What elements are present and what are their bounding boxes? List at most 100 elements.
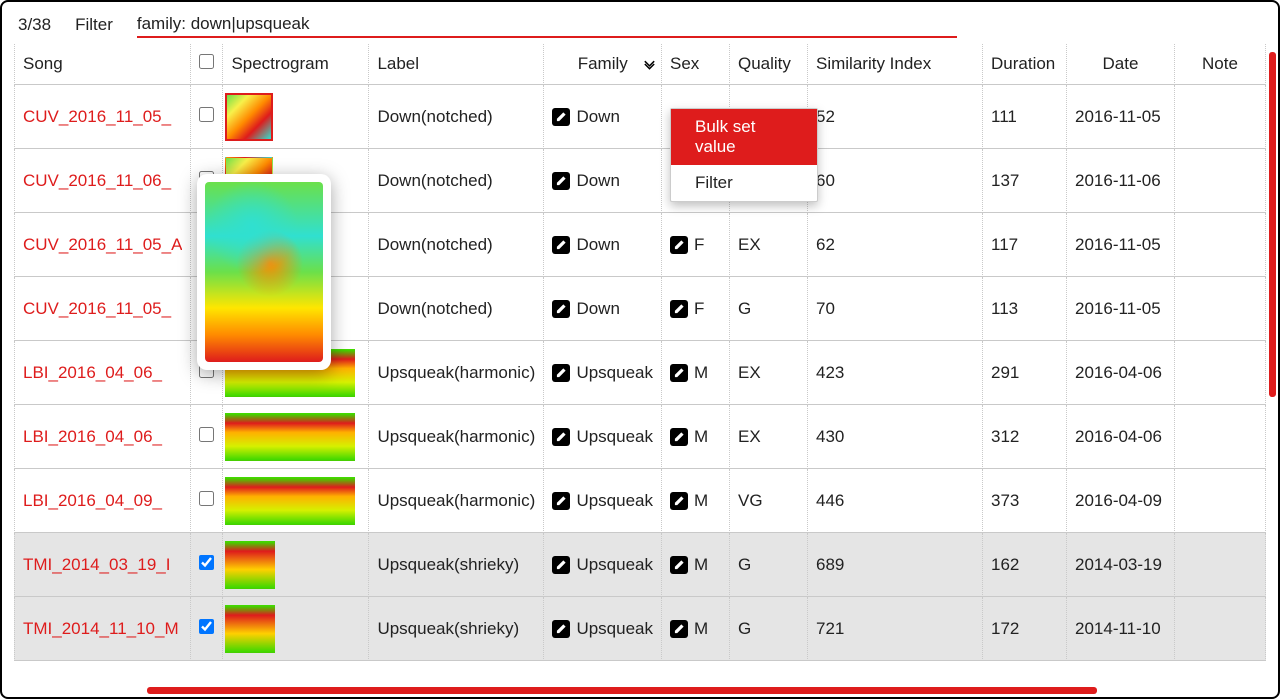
edit-icon[interactable] — [552, 556, 570, 574]
edit-icon[interactable] — [670, 492, 688, 510]
spectrogram-thumbnail[interactable] — [225, 477, 355, 525]
data-table-wrapper: Song Spectrogram Label Family Sex Qualit… — [2, 44, 1278, 661]
header-quality[interactable]: Quality — [730, 44, 808, 85]
row-checkbox[interactable] — [199, 107, 214, 122]
cell-duration: 117 — [983, 213, 1067, 277]
cell-note — [1175, 277, 1266, 341]
cell-sex: F — [694, 299, 704, 319]
cell-similarity: 689 — [808, 533, 983, 597]
edit-icon[interactable] — [552, 300, 570, 318]
header-song[interactable]: Song — [14, 44, 191, 85]
cell-date: 2014-03-19 — [1067, 533, 1175, 597]
cell-note — [1175, 533, 1266, 597]
edit-icon[interactable] — [670, 428, 688, 446]
select-all-checkbox[interactable] — [199, 54, 214, 69]
edit-icon[interactable] — [670, 620, 688, 638]
cell-duration: 162 — [983, 533, 1067, 597]
table-row[interactable]: TMI_2014_03_19_IUpsqueak(shrieky)Upsquea… — [14, 533, 1266, 597]
header-spectrogram[interactable]: Spectrogram — [223, 44, 369, 85]
cell-family: Down — [576, 299, 619, 319]
cell-quality: EX — [730, 341, 808, 405]
table-row[interactable]: LBI_2016_04_06_Upsqueak(harmonic)Upsquea… — [14, 405, 1266, 469]
edit-icon[interactable] — [670, 300, 688, 318]
dropdown-item-filter[interactable]: Filter — [671, 165, 817, 201]
edit-icon[interactable] — [552, 428, 570, 446]
cell-sex: M — [694, 491, 708, 511]
cell-quality: EX — [730, 213, 808, 277]
edit-icon[interactable] — [670, 556, 688, 574]
horizontal-scrollbar[interactable] — [147, 687, 1097, 694]
cell-family: Upsqueak — [576, 619, 653, 639]
cell-duration: 291 — [983, 341, 1067, 405]
edit-icon[interactable] — [552, 108, 570, 126]
song-link[interactable]: TMI_2014_03_19_I — [23, 555, 182, 575]
cell-similarity: 70 — [808, 277, 983, 341]
cell-note — [1175, 597, 1266, 661]
cell-quality: G — [730, 277, 808, 341]
spectrogram-thumbnail[interactable] — [225, 541, 275, 589]
header-checkbox[interactable] — [191, 44, 223, 85]
cell-date: 2016-11-06 — [1067, 149, 1175, 213]
song-link[interactable]: CUV_2016_11_05_ — [23, 299, 182, 319]
spectrogram-thumbnail[interactable] — [225, 93, 273, 141]
column-dropdown-menu[interactable]: Bulk set value Filter — [670, 108, 818, 202]
cell-note — [1175, 213, 1266, 277]
header-sex[interactable]: Sex — [662, 44, 730, 85]
row-checkbox[interactable] — [199, 619, 214, 634]
header-family[interactable]: Family — [544, 44, 662, 85]
song-link[interactable]: CUV_2016_11_06_ — [23, 171, 182, 191]
cell-note — [1175, 405, 1266, 469]
edit-icon[interactable] — [552, 172, 570, 190]
vertical-scrollbar[interactable] — [1269, 52, 1276, 397]
filter-label: Filter — [75, 15, 113, 35]
table-row[interactable]: TMI_2014_11_10_M Upsqueak(shrieky) Upsquea… — [14, 597, 1266, 661]
cell-date: 2016-04-09 — [1067, 469, 1175, 533]
song-link[interactable]: LBI_2016_04_09_ — [23, 491, 182, 511]
cell-sex: M — [694, 555, 708, 575]
song-link[interactable]: LBI_2016_04_06_ — [23, 427, 182, 447]
header-similarity[interactable]: Similarity Index — [808, 44, 983, 85]
cell-label: Upsqueak(harmonic) — [369, 405, 544, 469]
song-link[interactable]: CUV_2016_11_05_A — [23, 235, 182, 255]
cell-date: 2016-11-05 — [1067, 213, 1175, 277]
table-row[interactable]: CUV_2016_11_05_Down(notched)Down52111201… — [14, 85, 1266, 149]
cell-family: Upsqueak — [576, 555, 653, 575]
song-link[interactable]: TMI_2014_11_10_M — [23, 619, 182, 639]
cell-family: Down — [576, 235, 619, 255]
edit-icon[interactable] — [552, 236, 570, 254]
table-row[interactable]: LBI_2016_04_09_Upsqueak(harmonic)Upsquea… — [14, 469, 1266, 533]
cell-quality: G — [730, 533, 808, 597]
dropdown-item-bulk-set[interactable]: Bulk set value — [671, 109, 817, 165]
cell-label: Down(notched) — [369, 85, 544, 149]
row-checkbox[interactable] — [199, 427, 214, 442]
cell-duration: 373 — [983, 469, 1067, 533]
header-duration[interactable]: Duration — [983, 44, 1067, 85]
cell-similarity: 52 — [808, 85, 983, 149]
edit-icon[interactable] — [552, 364, 570, 382]
cell-sex: M — [694, 363, 708, 383]
song-link[interactable]: LBI_2016_04_06_ — [23, 363, 182, 383]
edit-icon[interactable] — [670, 236, 688, 254]
edit-icon[interactable] — [552, 492, 570, 510]
chevron-down-icon[interactable] — [642, 57, 657, 72]
cell-label: Upsqueak(shrieky) — [369, 597, 544, 661]
cell-label: Upsqueak(harmonic) — [369, 469, 544, 533]
cell-sex: M — [694, 427, 708, 447]
cell-similarity: 423 — [808, 341, 983, 405]
filter-input[interactable] — [137, 12, 957, 38]
cell-date: 2016-11-05 — [1067, 85, 1175, 149]
spectrogram-thumbnail[interactable] — [225, 605, 275, 653]
row-checkbox[interactable] — [199, 491, 214, 506]
spectrogram-thumbnail[interactable] — [225, 413, 355, 461]
song-link[interactable]: CUV_2016_11_05_ — [23, 107, 182, 127]
cell-note — [1175, 341, 1266, 405]
header-date[interactable]: Date — [1067, 44, 1175, 85]
edit-icon[interactable] — [670, 364, 688, 382]
header-note[interactable]: Note — [1175, 44, 1266, 85]
cell-note — [1175, 85, 1266, 149]
page-counter: 3/38 — [18, 15, 51, 35]
edit-icon[interactable] — [552, 620, 570, 638]
cell-sex: M — [694, 619, 708, 639]
header-label[interactable]: Label — [369, 44, 544, 85]
row-checkbox[interactable] — [199, 555, 214, 570]
